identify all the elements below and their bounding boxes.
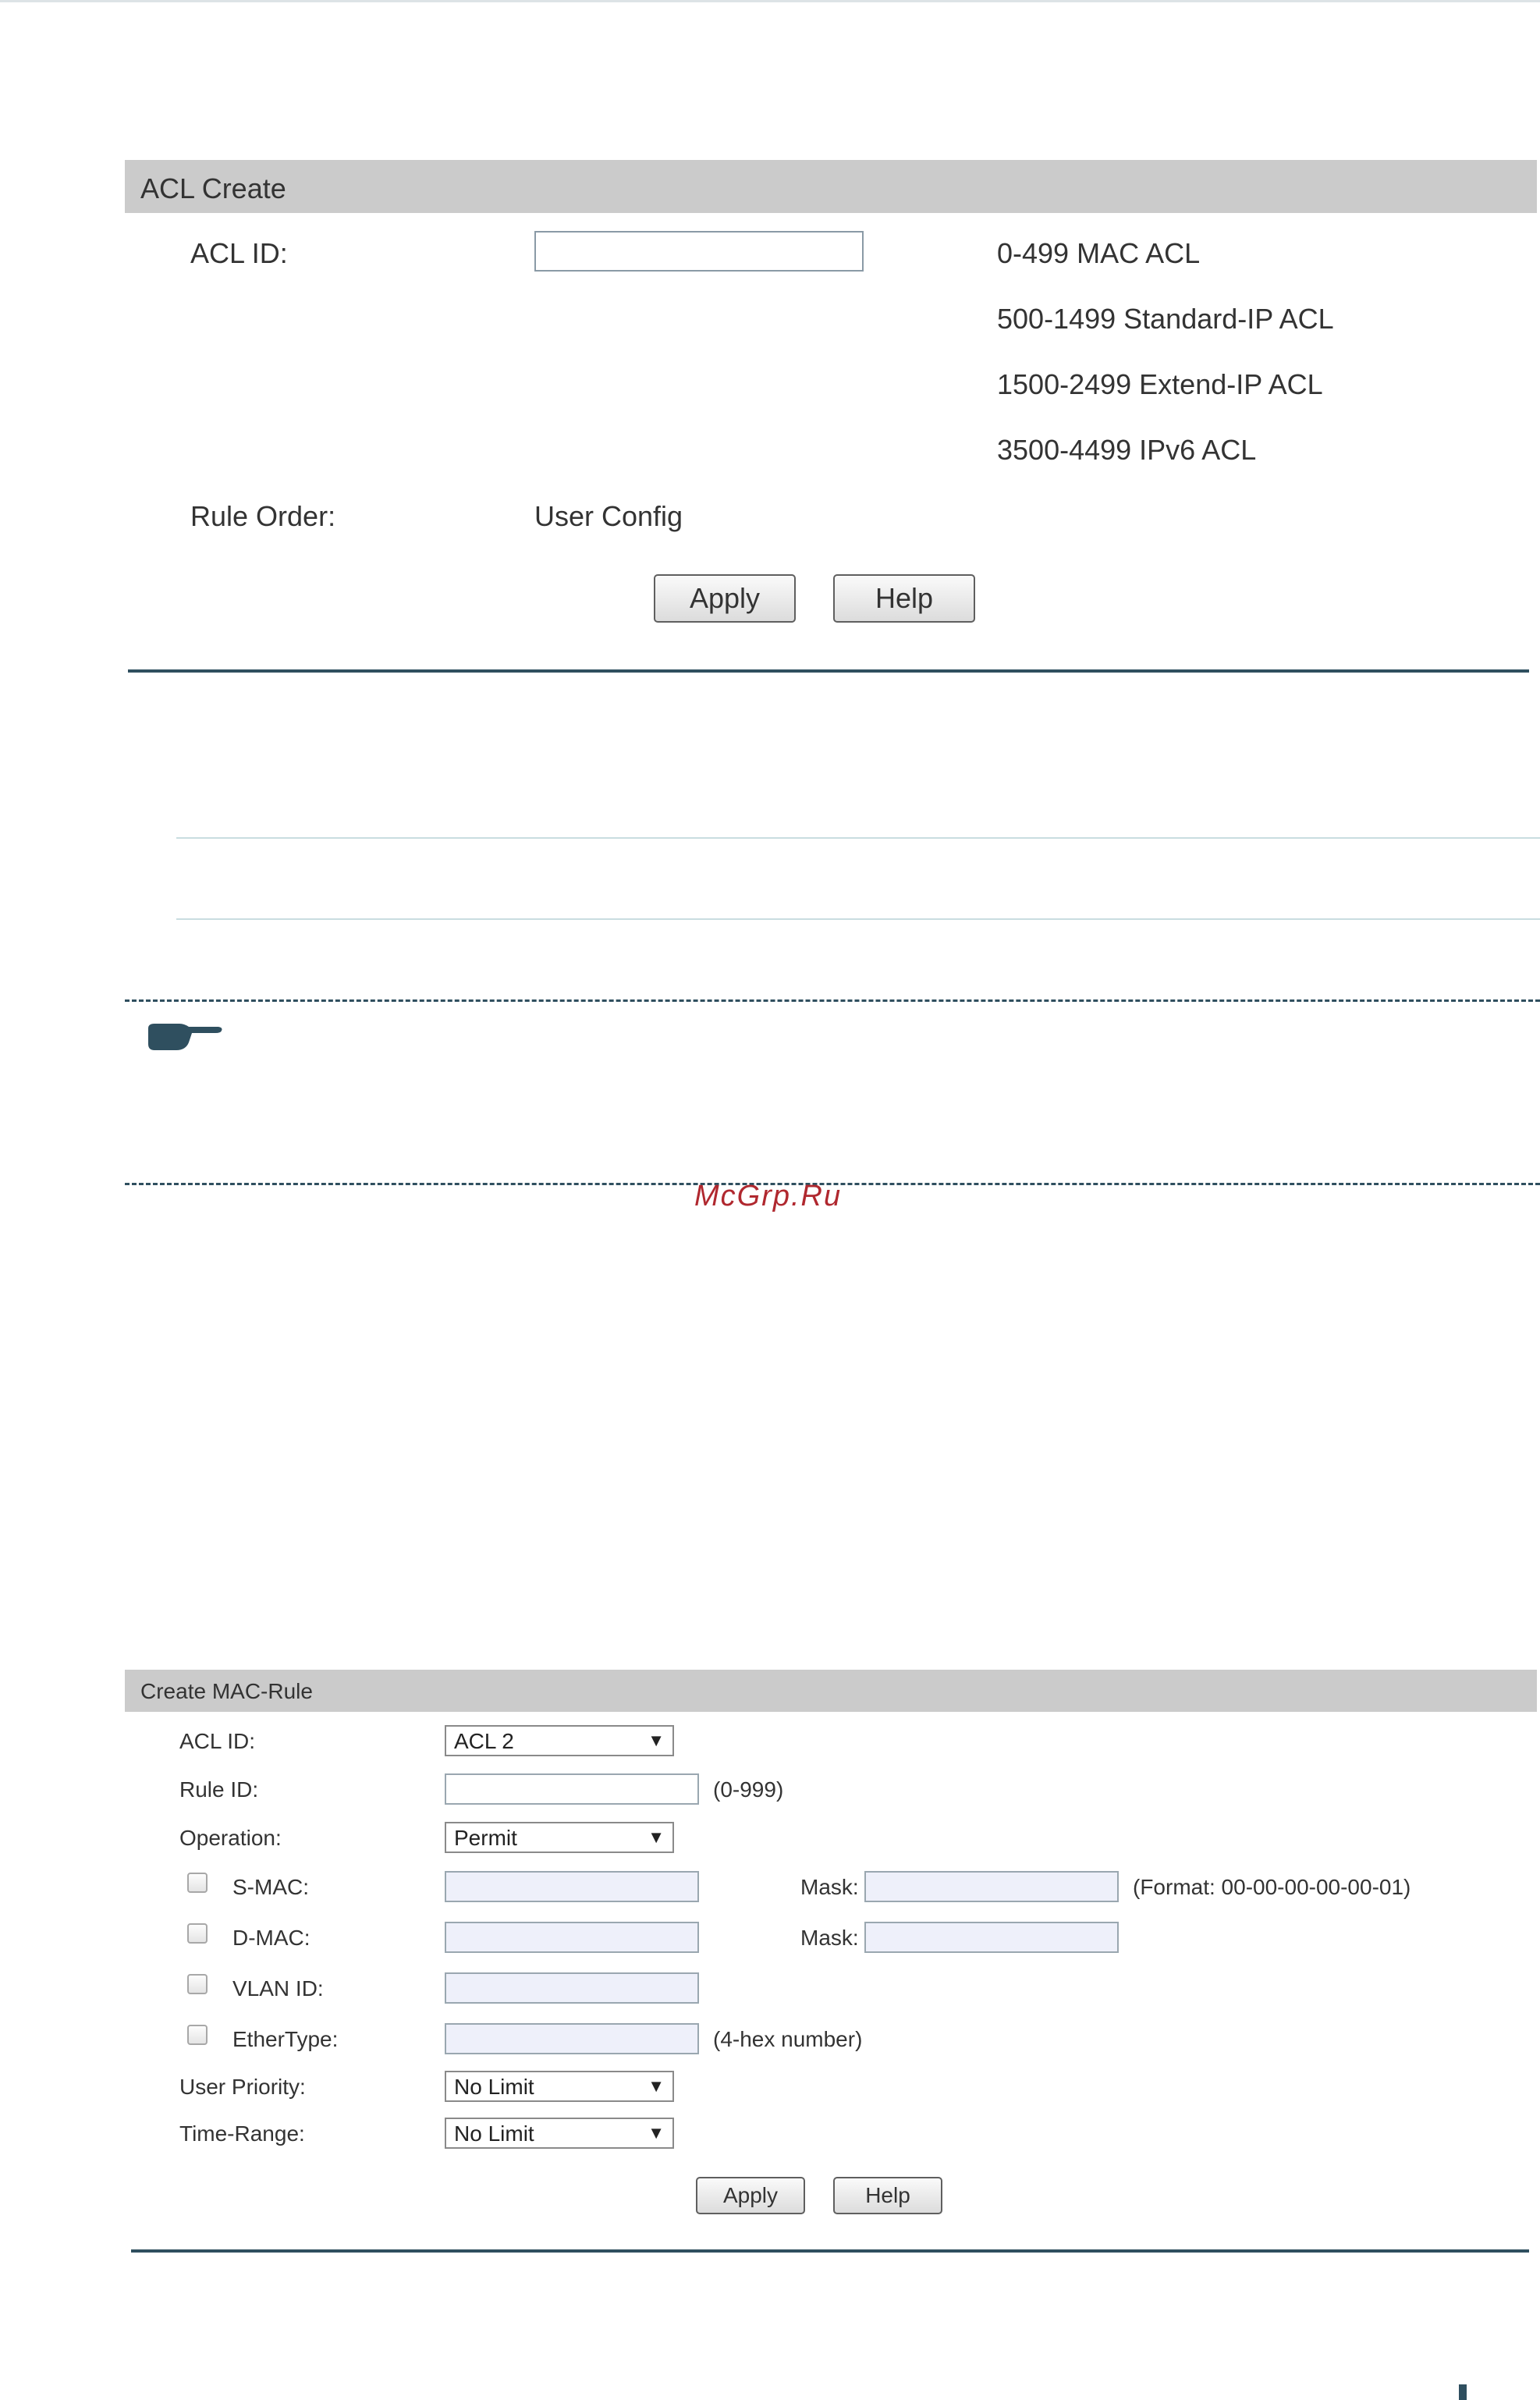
- acl-create-help-button[interactable]: Help: [833, 574, 975, 623]
- smac-input[interactable]: [445, 1871, 699, 1902]
- smac-mask-input[interactable]: [864, 1871, 1119, 1902]
- pointing-hand-icon: [148, 1024, 222, 1050]
- mac-rule-help-button[interactable]: Help: [833, 2177, 942, 2214]
- chevron-down-icon: ▼: [648, 2123, 665, 2143]
- dmac-mask-input[interactable]: [864, 1922, 1119, 1953]
- dmac-label: D-MAC:: [232, 1926, 310, 1950]
- acl-create-bottom-rule: [128, 669, 1529, 673]
- dmac-input[interactable]: [445, 1922, 699, 1953]
- mac-acl-id-label: ACL ID:: [179, 1729, 255, 1753]
- ethertype-input[interactable]: [445, 2023, 699, 2054]
- top-border: [0, 0, 1540, 2]
- table-rule-bottom: [176, 918, 1540, 920]
- vlan-id-input[interactable]: [445, 1972, 699, 2004]
- mac-rule-bottom-rule: [131, 2249, 1529, 2253]
- rule-id-input[interactable]: [445, 1773, 699, 1805]
- acl-id-input[interactable]: [534, 231, 864, 272]
- user-priority-label: User Priority:: [179, 2075, 306, 2099]
- mac-rule-title: Create MAC-Rule: [140, 1679, 313, 1703]
- chevron-down-icon: ▼: [648, 2076, 665, 2096]
- time-range-label: Time-Range:: [179, 2121, 305, 2146]
- dmac-checkbox[interactable]: [187, 1923, 208, 1944]
- range-standard-ip-acl: 500-1499 Standard-IP ACL: [997, 303, 1334, 335]
- acl-create-header: ACL Create: [125, 160, 1537, 213]
- note-top-divider: [125, 999, 1540, 1002]
- rule-id-label: Rule ID:: [179, 1777, 259, 1802]
- ethertype-label: EtherType:: [232, 2027, 339, 2051]
- operation-label: Operation:: [179, 1826, 282, 1850]
- smac-format-hint: (Format: 00-00-00-00-00-01): [1133, 1875, 1411, 1899]
- user-priority-select[interactable]: No Limit ▼: [445, 2071, 674, 2102]
- chevron-down-icon: ▼: [648, 1731, 665, 1750]
- table-rule-top: [176, 837, 1540, 839]
- mac-acl-id-value: ACL 2: [454, 1729, 514, 1753]
- ethertype-hint: (4-hex number): [713, 2027, 863, 2051]
- acl-create-apply-button[interactable]: Apply: [654, 574, 796, 623]
- smac-checkbox[interactable]: [187, 1873, 208, 1893]
- mac-rule-apply-button[interactable]: Apply: [696, 2177, 805, 2214]
- user-priority-value: No Limit: [454, 2075, 534, 2099]
- acl-create-title: ACL Create: [140, 172, 286, 204]
- time-range-select[interactable]: No Limit ▼: [445, 2118, 674, 2149]
- dmac-mask-label: Mask:: [800, 1926, 859, 1950]
- range-mac-acl: 0-499 MAC ACL: [997, 237, 1201, 269]
- rule-id-hint: (0-999): [713, 1777, 784, 1802]
- page-corner-mark: [1459, 2384, 1467, 2400]
- chevron-down-icon: ▼: [648, 1827, 665, 1847]
- vlan-id-checkbox[interactable]: [187, 1974, 208, 1994]
- rule-order-label: Rule Order:: [190, 500, 336, 532]
- smac-label: S-MAC:: [232, 1875, 309, 1899]
- vlan-id-label: VLAN ID:: [232, 1976, 324, 2001]
- mac-acl-id-select[interactable]: ACL 2 ▼: [445, 1725, 674, 1756]
- ethertype-checkbox[interactable]: [187, 2025, 208, 2045]
- range-extend-ip-acl: 1500-2499 Extend-IP ACL: [997, 368, 1323, 400]
- range-ipv6-acl: 3500-4499 IPv6 ACL: [997, 434, 1257, 466]
- operation-value: Permit: [454, 1826, 517, 1850]
- acl-id-label: ACL ID:: [190, 237, 288, 269]
- mac-rule-header: Create MAC-Rule: [125, 1670, 1537, 1712]
- time-range-value: No Limit: [454, 2121, 534, 2146]
- watermark: McGrp.Ru: [694, 1180, 843, 1212]
- rule-order-value: User Config: [534, 500, 683, 532]
- smac-mask-label: Mask:: [800, 1875, 859, 1899]
- operation-select[interactable]: Permit ▼: [445, 1822, 674, 1853]
